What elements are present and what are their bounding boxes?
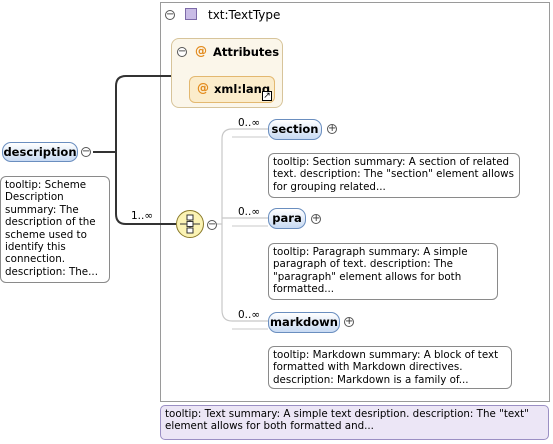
at-sign-icon: @ xyxy=(197,81,209,95)
markdown-tooltip: tooltip: Markdown summary: A block of te… xyxy=(268,346,512,389)
at-sign-icon: @ xyxy=(195,44,207,58)
arrow-link-icon[interactable]: ↗ xyxy=(262,91,272,101)
root-collapse-icon[interactable]: − xyxy=(81,147,91,157)
sequence-compositor-icon[interactable] xyxy=(176,210,204,238)
children-connector xyxy=(216,128,268,322)
child-element-para[interactable]: para xyxy=(268,208,306,229)
type-name: txt:TextType xyxy=(208,8,281,22)
markdown-cardinality: 0..∞ xyxy=(238,309,261,321)
root-tooltip: tooltip: Scheme Description summary: The… xyxy=(0,176,110,283)
type-collapse-icon[interactable]: − xyxy=(165,10,175,20)
attributes-collapse-icon[interactable]: − xyxy=(177,47,187,57)
para-expand-icon[interactable]: + xyxy=(311,214,321,224)
child-underline xyxy=(232,136,268,330)
sequence-collapse-icon[interactable]: − xyxy=(207,220,217,230)
attributes-title: Attributes xyxy=(213,45,280,59)
section-expand-icon[interactable]: + xyxy=(327,124,337,134)
para-tooltip: tooltip: Paragraph summary: A simple par… xyxy=(268,243,498,300)
root-element-label: description xyxy=(3,145,77,159)
markdown-expand-icon[interactable]: + xyxy=(344,317,354,327)
child-element-section[interactable]: section xyxy=(268,119,322,140)
root-element-description[interactable]: description xyxy=(2,142,78,162)
child-element-label: markdown xyxy=(269,315,338,329)
section-tooltip: tooltip: Section summary: A section of r… xyxy=(268,153,520,198)
complex-type-icon xyxy=(185,8,197,20)
child-element-label: section xyxy=(271,122,319,136)
para-cardinality: 0..∞ xyxy=(238,206,261,218)
sequence-glyph xyxy=(180,214,200,234)
sequence-cardinality: 1..∞ xyxy=(131,210,154,222)
section-cardinality: 0..∞ xyxy=(238,117,261,129)
type-tooltip: tooltip: Text summary: A simple text des… xyxy=(160,405,549,440)
child-element-label: para xyxy=(272,211,302,225)
child-element-markdown[interactable]: markdown xyxy=(268,312,340,333)
